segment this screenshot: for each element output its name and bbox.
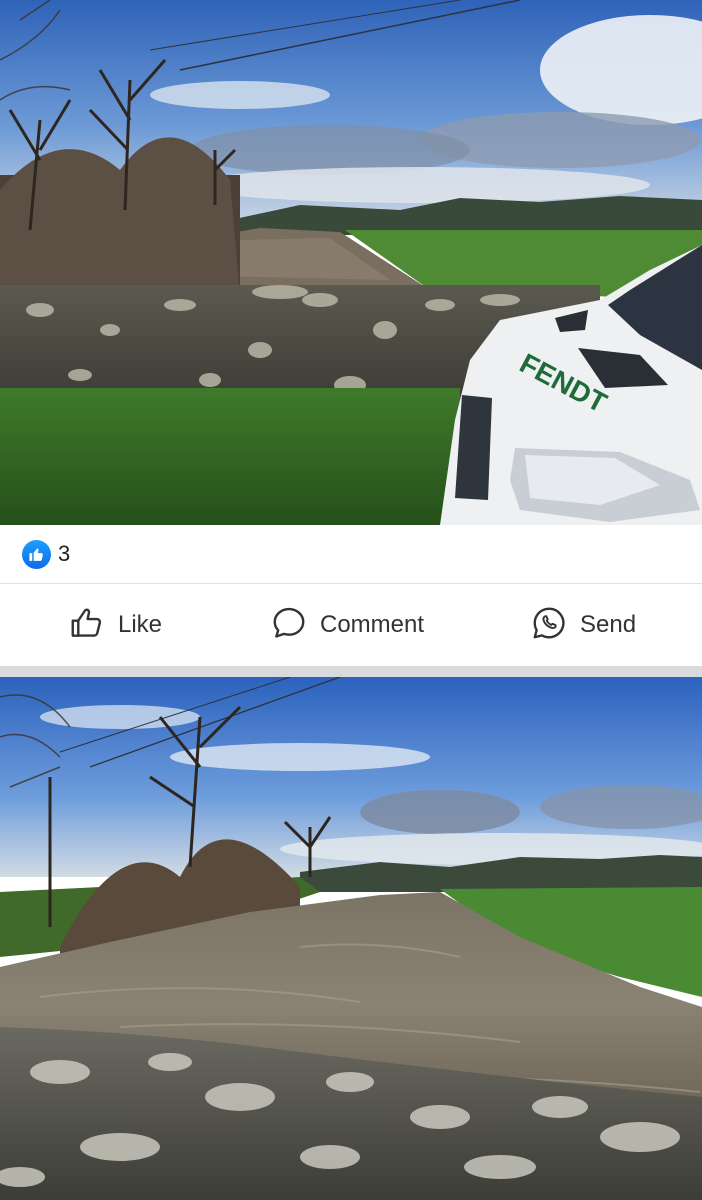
comment-button[interactable]: Comment — [270, 604, 424, 646]
river-over-parapet-photo — [0, 677, 702, 1200]
post-action-bar: Like Comment Send — [0, 584, 702, 666]
send-button[interactable]: Send — [530, 604, 636, 646]
whatsapp-icon — [530, 604, 568, 647]
post-separator — [0, 666, 702, 677]
like-button[interactable]: Like — [68, 604, 162, 646]
speech-bubble-icon — [270, 604, 308, 647]
post-photo-2[interactable] — [0, 677, 702, 1200]
reactions-summary[interactable]: 3 — [0, 525, 702, 583]
send-label: Send — [580, 611, 637, 638]
like-label: Like — [118, 611, 163, 638]
thumbs-up-icon — [68, 604, 106, 647]
post-photo-1[interactable]: FENDT — [0, 0, 702, 525]
like-thumb-icon — [22, 539, 51, 569]
comment-label: Comment — [320, 611, 425, 638]
reaction-count: 3 — [58, 541, 71, 566]
flooded-river-van-photo: FENDT — [0, 0, 702, 525]
